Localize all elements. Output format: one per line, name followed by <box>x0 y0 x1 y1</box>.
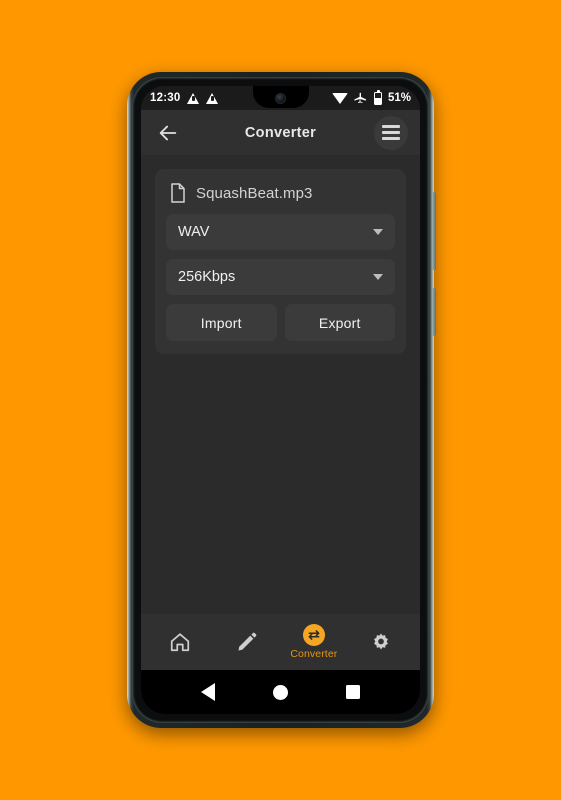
selected-file-row: SquashBeat.mp3 <box>166 181 395 214</box>
chevron-down-icon <box>373 274 383 280</box>
file-document-icon <box>171 183 185 203</box>
pencil-icon <box>238 632 257 651</box>
battery-icon <box>373 89 382 105</box>
phone-bezel: 12:30 51% Converter SquashBeat.mp3 WAV 2… <box>132 77 429 723</box>
nav-item-converter[interactable]: Converter <box>284 624 344 660</box>
card-actions: Import Export <box>166 304 395 341</box>
back-arrow-icon[interactable] <box>153 118 183 148</box>
nav-item-edit[interactable] <box>217 631 277 653</box>
convert-arrows-icon <box>302 624 325 646</box>
power-button[interactable] <box>432 288 436 336</box>
nav-item-settings[interactable] <box>351 631 411 653</box>
volume-button[interactable] <box>432 192 436 270</box>
battery-percent: 51% <box>387 92 411 104</box>
warning-triangle-icon <box>206 92 219 104</box>
android-system-navigation <box>141 670 420 714</box>
import-button[interactable]: Import <box>166 304 277 341</box>
bitrate-dropdown-value: 256Kbps <box>178 269 236 285</box>
format-dropdown[interactable]: WAV <box>166 214 395 250</box>
status-bar-right: 51% <box>331 89 411 105</box>
format-dropdown-value: WAV <box>178 224 210 240</box>
hamburger-bar <box>382 125 400 128</box>
home-icon <box>171 633 190 652</box>
converter-card: SquashBeat.mp3 WAV 256Kbps Import Export <box>155 169 406 354</box>
convert-arrows-glyph <box>308 630 320 640</box>
front-camera-icon <box>275 92 286 104</box>
main-content: SquashBeat.mp3 WAV 256Kbps Import Export <box>141 155 420 614</box>
phone-screen: 12:30 51% Converter SquashBeat.mp3 WAV 2… <box>141 86 420 714</box>
export-button[interactable]: Export <box>284 304 395 341</box>
triangle-back-icon[interactable] <box>201 683 215 701</box>
nav-item-converter-label: Converter <box>290 648 338 660</box>
hamburger-bar <box>382 131 400 134</box>
hamburger-menu-icon[interactable] <box>374 115 408 150</box>
phone-device-frame: 12:30 51% Converter SquashBeat.mp3 WAV 2… <box>127 72 436 728</box>
back-arrow-glyph <box>159 125 177 140</box>
warning-triangle-icon <box>187 92 200 104</box>
wifi-icon <box>331 92 348 104</box>
circle-home-icon[interactable] <box>273 684 288 700</box>
gear-icon <box>373 633 388 650</box>
status-bar: 12:30 51% <box>141 86 420 110</box>
airplane-mode-icon <box>354 92 367 104</box>
display-notch <box>252 86 309 108</box>
chevron-down-icon <box>373 229 383 235</box>
selected-file-name: SquashBeat.mp3 <box>196 184 313 202</box>
status-bar-left: 12:30 <box>150 92 219 104</box>
bitrate-dropdown[interactable]: 256Kbps <box>166 259 395 295</box>
hamburger-bar <box>382 137 400 140</box>
square-recents-icon[interactable] <box>346 685 360 699</box>
bottom-navigation-bar: Converter <box>141 614 420 670</box>
app-bar: Converter <box>141 110 420 155</box>
status-clock: 12:30 <box>150 92 181 104</box>
nav-item-home[interactable] <box>150 631 210 653</box>
